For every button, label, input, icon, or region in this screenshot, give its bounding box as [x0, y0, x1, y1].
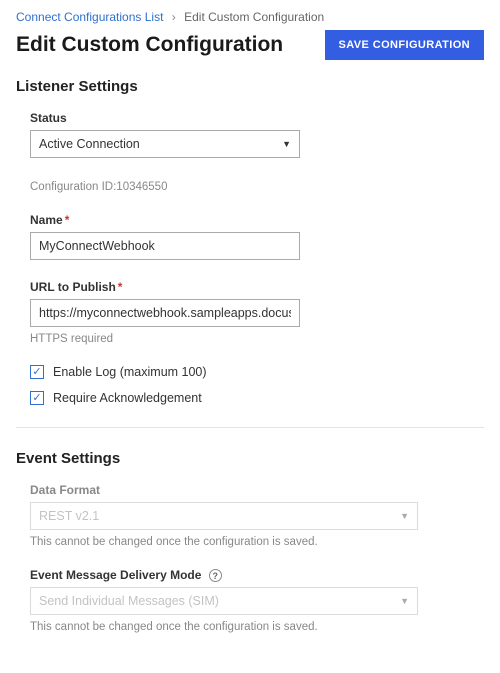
data-format-label: Data Format	[30, 483, 484, 497]
delivery-mode-label: Event Message Delivery Mode	[30, 568, 484, 582]
listener-settings-heading: Listener Settings	[16, 78, 484, 95]
breadcrumb-parent-link[interactable]: Connect Configurations List	[16, 10, 163, 24]
status-select[interactable]: Active Connection	[30, 130, 300, 158]
breadcrumb-current: Edit Custom Configuration	[184, 10, 324, 24]
configuration-id-label: Configuration ID:	[30, 181, 116, 193]
section-divider	[16, 427, 484, 428]
data-format-helper-text: This cannot be changed once the configur…	[30, 536, 484, 548]
require-acknowledgement-checkbox[interactable]	[30, 391, 44, 405]
url-to-publish-input[interactable]	[30, 299, 300, 327]
required-star-icon: *	[118, 280, 123, 294]
url-label: URL to Publish*	[30, 280, 484, 294]
help-icon[interactable]	[209, 569, 222, 582]
save-configuration-button[interactable]: SAVE CONFIGURATION	[325, 30, 484, 60]
require-acknowledgement-label: Require Acknowledgement	[53, 391, 202, 405]
breadcrumb-separator: ›	[172, 10, 176, 24]
name-label: Name*	[30, 213, 484, 227]
name-input[interactable]	[30, 232, 300, 260]
required-star-icon: *	[65, 213, 70, 227]
data-format-select: REST v2.1	[30, 502, 418, 530]
enable-log-label: Enable Log (maximum 100)	[53, 365, 207, 379]
event-settings-heading: Event Settings	[16, 450, 484, 467]
status-label: Status	[30, 111, 484, 125]
configuration-id-value: 10346550	[116, 181, 167, 193]
delivery-mode-helper-text: This cannot be changed once the configur…	[30, 621, 484, 633]
breadcrumb: Connect Configurations List › Edit Custo…	[16, 10, 484, 24]
delivery-mode-select: Send Individual Messages (SIM)	[30, 587, 418, 615]
url-helper-text: HTTPS required	[30, 333, 484, 345]
page-title: Edit Custom Configuration	[16, 33, 283, 57]
enable-log-checkbox[interactable]	[30, 365, 44, 379]
